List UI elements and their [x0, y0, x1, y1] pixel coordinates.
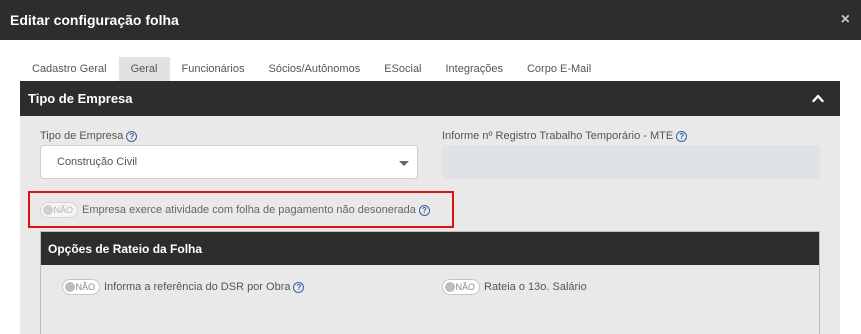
dialog-title: Editar configuração folha	[10, 12, 179, 28]
toggle-state-label: NÃO	[455, 282, 475, 292]
caret-down-icon	[399, 161, 409, 166]
toggle-state-label: NÃO	[75, 282, 95, 292]
highlight-box	[28, 191, 454, 228]
tab-esocial[interactable]: ESocial	[372, 57, 433, 81]
registro-label: Informe nº Registro Trabalho Temporário …	[442, 130, 688, 142]
help-icon[interactable]: ?	[126, 130, 138, 142]
rateio-header: Opções de Rateio da Folha	[41, 232, 819, 265]
toggle-knob	[445, 282, 455, 292]
tipo-empresa-select[interactable]: Construção Civil	[40, 145, 418, 179]
rateio-title: Opções de Rateio da Folha	[48, 242, 203, 256]
tab-corpo-email[interactable]: Corpo E-Mail	[515, 57, 603, 81]
salario13-row: NÃO Rateia o 13o. Salário	[442, 279, 587, 295]
dsr-row: NÃO Informa a referência do DSR por Obra…	[62, 279, 305, 295]
tab-bar: Cadastro Geral Geral Funcionários Sócios…	[20, 57, 603, 81]
section-header[interactable]: Tipo de Empresa	[20, 81, 840, 116]
section-title: Tipo de Empresa	[28, 91, 133, 106]
dialog-titlebar: Editar configuração folha ×	[0, 0, 861, 40]
tab-funcionarios[interactable]: Funcionários	[170, 57, 257, 81]
dsr-toggle[interactable]: NÃO	[62, 279, 100, 295]
close-icon[interactable]: ×	[841, 12, 850, 28]
registro-input[interactable]	[442, 145, 820, 179]
help-icon[interactable]: ?	[293, 281, 305, 293]
tipo-empresa-value: Construção Civil	[57, 156, 138, 168]
chevron-up-icon[interactable]	[812, 93, 824, 103]
registro-label-text: Informe nº Registro Trabalho Temporário …	[442, 130, 674, 142]
salario13-toggle[interactable]: NÃO	[442, 279, 480, 295]
tab-socios-autonomos[interactable]: Sócios/Autônomos	[256, 57, 372, 81]
toggle-knob	[65, 282, 75, 292]
tipo-empresa-label: Tipo de Empresa?	[40, 130, 138, 142]
tipo-empresa-label-text: Tipo de Empresa	[40, 130, 124, 142]
tab-cadastro-geral[interactable]: Cadastro Geral	[20, 57, 119, 81]
rateio-subsection: Opções de Rateio da Folha NÃO Informa a …	[40, 231, 820, 334]
help-icon[interactable]: ?	[676, 130, 688, 142]
tab-integracoes[interactable]: Integrações	[434, 57, 515, 81]
dsr-text: Informa a referência do DSR por Obra	[104, 281, 291, 293]
salario13-text: Rateia o 13o. Salário	[484, 281, 587, 293]
tab-geral[interactable]: Geral	[118, 57, 170, 81]
